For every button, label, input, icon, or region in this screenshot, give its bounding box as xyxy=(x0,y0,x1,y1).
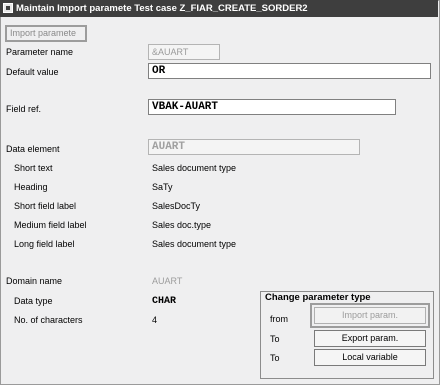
data-element-label: Data element xyxy=(6,144,60,154)
medium-field-label-value: Sales doc.type xyxy=(152,220,212,230)
domain-name-label: Domain name xyxy=(6,276,63,286)
title-bar: Maintain Import paramete Test case Z_FIA… xyxy=(0,0,438,17)
local-variable-button[interactable]: Local variable xyxy=(314,349,426,366)
field-ref-label: Field ref. xyxy=(6,104,42,114)
window-title: Maintain Import paramete Test case Z_FIA… xyxy=(16,3,308,14)
medium-field-label-label: Medium field label xyxy=(14,220,87,230)
data-element-field: AUART xyxy=(148,139,360,155)
default-value-label: Default value xyxy=(6,67,59,77)
heading-value: SaTy xyxy=(152,182,173,192)
long-field-label-value: Sales document type xyxy=(152,239,237,249)
default-value-input[interactable]: OR xyxy=(148,63,431,79)
tab-label: Import paramete xyxy=(10,28,77,38)
change-parameter-type-title: Change parameter type xyxy=(263,292,373,303)
tab-import-parameter[interactable]: Import paramete xyxy=(5,25,87,42)
short-field-label-label: Short field label xyxy=(14,201,77,211)
import-param-highlight xyxy=(310,303,430,328)
parameter-name-field: &AUART xyxy=(148,44,220,60)
data-type-label: Data type xyxy=(14,296,53,306)
long-field-label-label: Long field label xyxy=(14,239,75,249)
export-param-button[interactable]: Export param. xyxy=(314,330,426,347)
short-text-label: Short text xyxy=(14,163,53,173)
from-label: from xyxy=(270,314,288,324)
no-of-characters-label: No. of characters xyxy=(14,315,83,325)
parameter-name-label: Parameter name xyxy=(6,47,74,57)
window-menu-icon[interactable] xyxy=(3,3,13,13)
short-field-label-value: SalesDocTy xyxy=(152,201,201,211)
short-text-value: Sales document type xyxy=(152,163,237,173)
to-label-local: To xyxy=(270,353,280,363)
heading-label: Heading xyxy=(14,182,48,192)
no-of-characters-value: 4 xyxy=(152,315,158,325)
data-type-value: CHAR xyxy=(152,296,177,307)
domain-name-value: AUART xyxy=(152,276,183,286)
to-label-export: To xyxy=(270,334,280,344)
field-ref-input[interactable]: VBAK-AUART xyxy=(148,99,396,115)
